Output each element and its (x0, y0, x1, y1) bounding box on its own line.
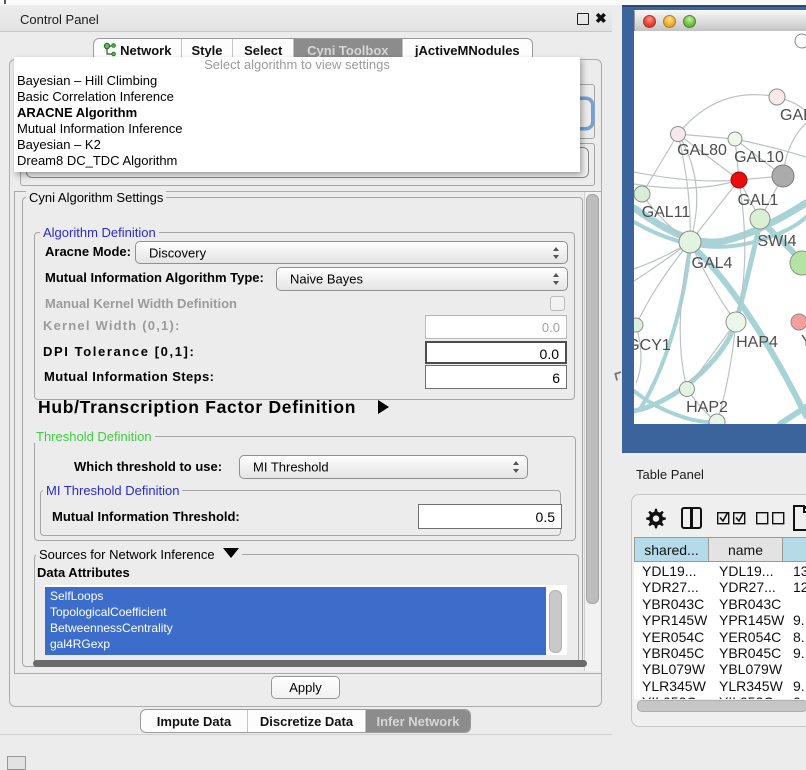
svg-text:GAL4: GAL4 (692, 255, 733, 272)
svg-text:SWI4: SWI4 (757, 233, 796, 250)
svg-text:Y: Y (801, 333, 806, 350)
svg-text:HAP4: HAP4 (736, 334, 778, 351)
svg-text:GAL: GAL (780, 107, 806, 124)
svg-text:GAL10: GAL10 (734, 149, 784, 166)
svg-text:HAP2: HAP2 (686, 399, 728, 416)
svg-text:GAL1: GAL1 (738, 192, 779, 209)
svg-text:GAL11: GAL11 (642, 204, 691, 221)
svg-text:GAL80: GAL80 (677, 142, 727, 159)
svg-text:GCY1: GCY1 (634, 337, 671, 354)
